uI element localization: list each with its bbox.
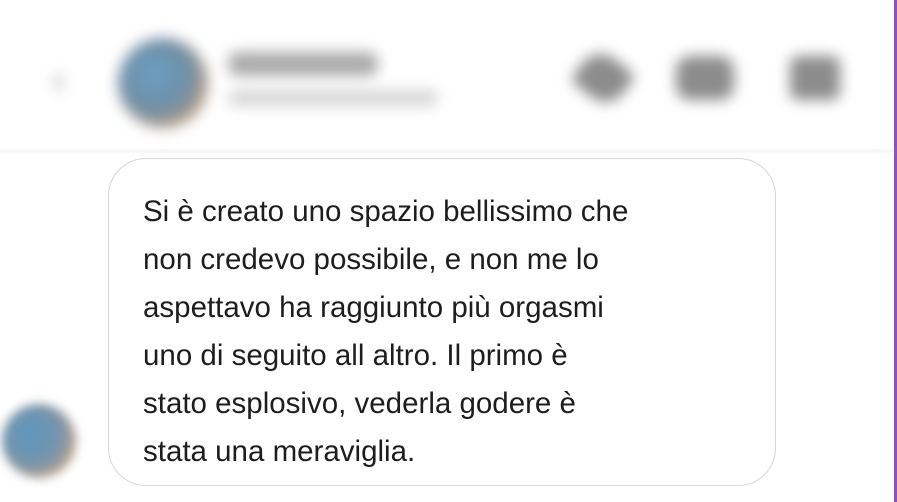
header-divider — [0, 150, 894, 152]
sender-avatar[interactable] — [2, 404, 76, 478]
contact-status-redacted — [228, 90, 438, 106]
contact-name-redacted[interactable] — [228, 52, 378, 76]
contact-avatar[interactable] — [118, 38, 208, 128]
chat-header: ‹ — [0, 0, 894, 148]
phone-icon[interactable] — [569, 45, 637, 111]
video-camera-icon[interactable] — [676, 56, 734, 100]
info-icon[interactable] — [790, 56, 840, 100]
chevron-left-icon[interactable]: ‹ — [52, 60, 76, 100]
message-text: Si è creato uno spazio bellissimo che no… — [143, 195, 629, 468]
